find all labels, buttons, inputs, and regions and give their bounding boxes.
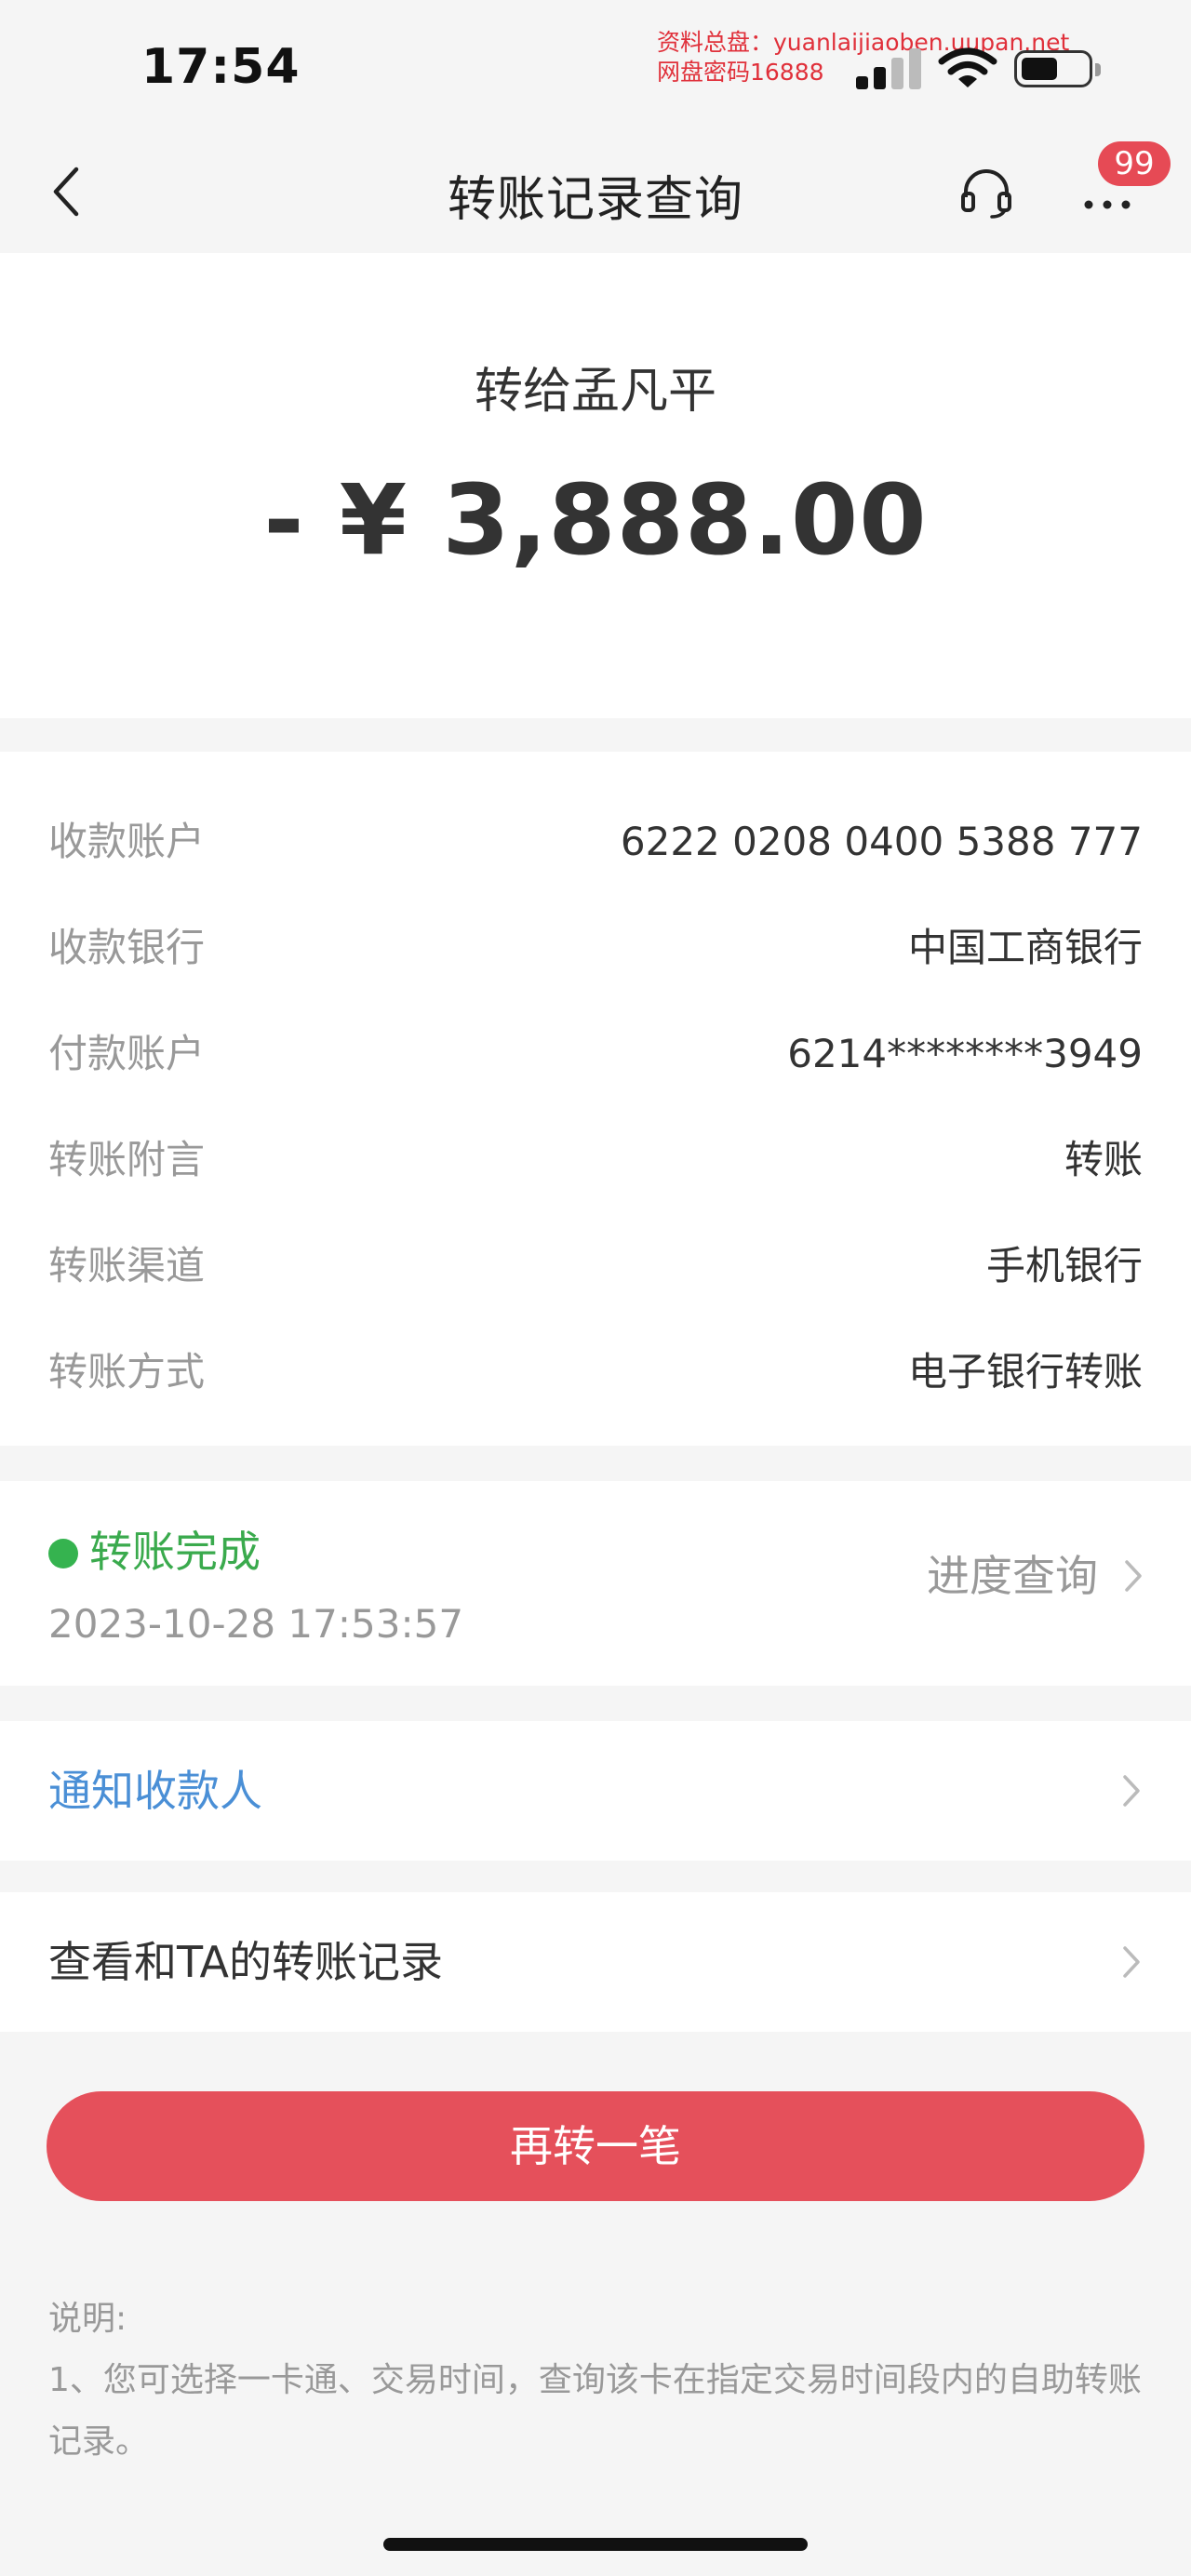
notification-badge: 99 xyxy=(1098,141,1171,186)
detail-value: 6222 0208 0400 5388 777 xyxy=(620,819,1143,864)
battery-icon xyxy=(1014,50,1101,87)
payee-line: 转给孟凡平 xyxy=(474,364,716,420)
status-timestamp: 2023-10-28 17:53:57 xyxy=(48,1601,464,1647)
detail-label: 转账方式 xyxy=(48,1349,206,1395)
chevron-right-icon xyxy=(1123,1946,1140,1978)
detail-label: 收款银行 xyxy=(48,925,206,970)
detail-value: 手机银行 xyxy=(985,1243,1143,1288)
transfer-status-card: 转账完成 2023-10-28 17:53:57 进度查询 xyxy=(0,1481,1191,1686)
headset-icon[interactable] xyxy=(958,164,1014,220)
detail-row-channel: 转账渠道 手机银行 xyxy=(48,1234,1143,1299)
status-dot-icon xyxy=(48,1539,78,1568)
signal-icon xyxy=(856,47,921,89)
detail-value: 电子银行转账 xyxy=(907,1349,1143,1395)
detail-row-payee-account: 收款账户 6222 0208 0400 5388 777 xyxy=(48,809,1143,874)
transfer-details: 收款账户 6222 0208 0400 5388 777 收款银行 中国工商银行… xyxy=(0,752,1191,1446)
view-records-row[interactable]: 查看和TA的转账记录 xyxy=(0,1892,1191,2032)
detail-row-payer-account: 付款账户 6214********3949 xyxy=(48,1021,1143,1087)
notes-line-1: 1、您可选择一卡通、交易时间，查询该卡在指定交易时间段内的自助转账记录。 xyxy=(48,2361,1142,2461)
page: 17:54 资料总盘：yuanlaijiaoben.uupan.net 网盘密码… xyxy=(0,0,1191,2576)
status-icons xyxy=(856,43,1107,95)
chevron-right-icon xyxy=(1123,1775,1140,1807)
detail-value: 6214********3949 xyxy=(787,1031,1143,1076)
status-bar: 17:54 资料总盘：yuanlaijiaoben.uupan.net 网盘密码… xyxy=(0,0,1191,130)
progress-query-label: 进度查询 xyxy=(927,1551,1098,1601)
transfer-amount: - ¥ 3,888.00 xyxy=(263,463,928,577)
detail-label: 付款账户 xyxy=(48,1031,206,1076)
detail-label: 转账附言 xyxy=(48,1137,206,1182)
wifi-icon xyxy=(938,47,997,87)
notify-payee-row[interactable]: 通知收款人 xyxy=(0,1721,1191,1861)
transfer-again-button[interactable]: 再转一笔 xyxy=(47,2091,1144,2201)
detail-row-payee-bank: 收款银行 中国工商银行 xyxy=(48,915,1143,981)
detail-row-method: 转账方式 电子银行转账 xyxy=(48,1340,1143,1405)
detail-label: 转账渠道 xyxy=(48,1243,206,1288)
progress-query-link[interactable]: 进度查询 xyxy=(927,1548,1144,1604)
notify-payee-label: 通知收款人 xyxy=(48,1766,262,1816)
nav-bar: 转账记录查询 99 xyxy=(0,130,1191,251)
amount-card: 转给孟凡平 - ¥ 3,888.00 xyxy=(0,253,1191,718)
notes-title: 说明: xyxy=(48,2300,127,2338)
home-indicator[interactable] xyxy=(383,2538,808,2551)
notes-section: 说明: 1、您可选择一卡通、交易时间，查询该卡在指定交易时间段内的自助转账记录。 xyxy=(48,2289,1146,2473)
detail-label: 收款账户 xyxy=(48,819,206,864)
detail-value: 转账 xyxy=(1064,1137,1143,1182)
detail-row-memo: 转账附言 转账 xyxy=(48,1128,1143,1193)
status-text: 转账完成 xyxy=(89,1527,261,1577)
view-records-label: 查看和TA的转账记录 xyxy=(48,1937,443,1987)
status-time: 17:54 xyxy=(141,39,301,95)
chevron-right-icon xyxy=(1125,1560,1142,1592)
detail-value: 中国工商银行 xyxy=(907,925,1143,970)
